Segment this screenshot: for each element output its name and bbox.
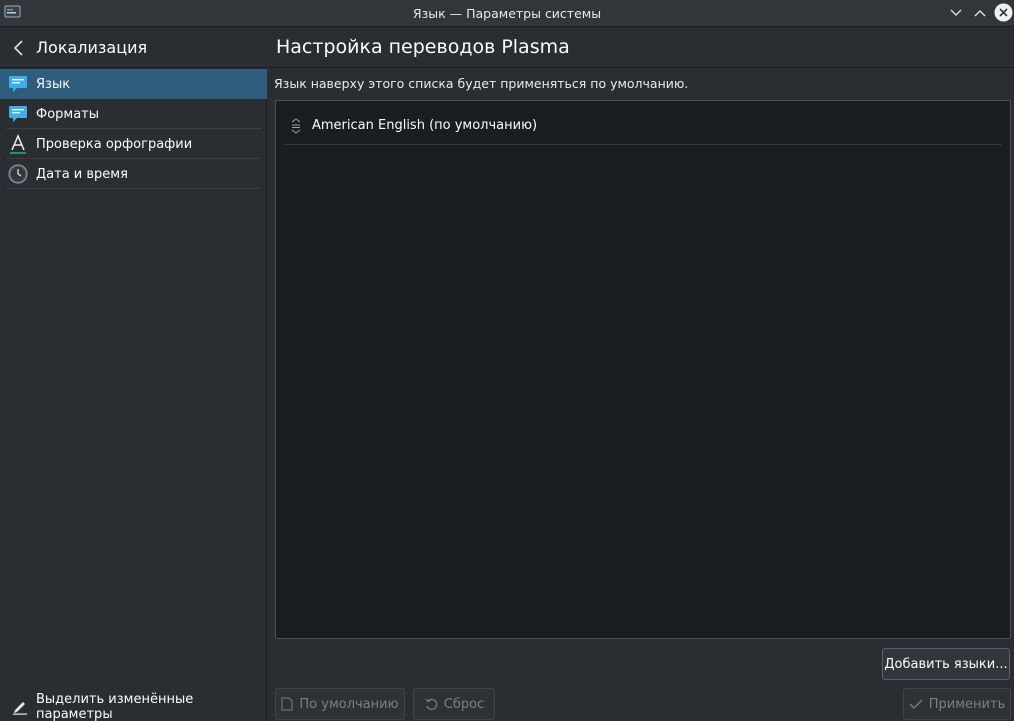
document-icon — [281, 697, 293, 711]
drag-handle-icon[interactable] — [288, 116, 304, 136]
clock-icon — [8, 164, 28, 184]
reset-label: Сброс — [443, 696, 485, 712]
apply-label: Применить — [928, 696, 1006, 712]
sidebar-item-label: Форматы — [36, 106, 100, 122]
language-label: American English (по умолчанию) — [312, 118, 538, 133]
close-icon[interactable] — [994, 3, 1013, 22]
sidebar-item-language[interactable]: Язык — [0, 69, 267, 99]
sidebar-title: Локализация — [36, 38, 148, 57]
defaults-button[interactable]: По умолчанию — [275, 688, 405, 720]
language-icon — [8, 74, 28, 94]
language-list: American English (по умолчанию) — [275, 100, 1011, 639]
spellcheck-icon — [8, 134, 28, 154]
defaults-label: По умолчанию — [299, 696, 399, 712]
sidebar-item-spellcheck[interactable]: Проверка орфографии — [0, 129, 267, 159]
title-bar: Язык — Параметры системы — [0, 0, 1014, 27]
page-title: Настройка переводов Plasma — [276, 36, 570, 58]
sidebar: Локализация Язык Форматы Проверка орфогр… — [0, 28, 267, 721]
sidebar-nav: Язык Форматы Проверка орфографии Дата и … — [0, 69, 267, 189]
undo-icon — [424, 697, 438, 711]
chevron-down-icon[interactable] — [946, 4, 966, 22]
sidebar-item-label: Проверка орфографии — [36, 136, 193, 152]
highlight-changes-label: Выделить изменённые параметры — [36, 692, 194, 721]
reset-button[interactable]: Сброс — [413, 688, 495, 720]
window-title: Язык — Параметры системы — [412, 6, 602, 21]
checkmark-icon — [909, 698, 923, 710]
main-header: Настройка переводов Plasma — [268, 28, 1014, 68]
highlight-icon — [12, 699, 28, 715]
highlight-changes-button[interactable]: Выделить изменённые параметры — [0, 692, 267, 721]
sidebar-header: Локализация — [0, 28, 267, 68]
add-languages-button[interactable]: Добавить языки... — [882, 648, 1010, 680]
apply-button[interactable]: Применить — [903, 688, 1011, 720]
main-panel: Настройка переводов Plasma Язык наверху … — [268, 28, 1014, 721]
back-icon[interactable] — [8, 37, 28, 59]
default-language-hint: Язык наверху этого списка будет применят… — [274, 76, 689, 91]
formats-icon — [8, 104, 28, 124]
sidebar-item-label: Дата и время — [36, 166, 128, 182]
sidebar-item-datetime[interactable]: Дата и время — [0, 159, 267, 189]
sidebar-item-label: Язык — [36, 76, 71, 92]
list-item[interactable]: American English (по умолчанию) — [284, 107, 1002, 145]
chevron-up-icon[interactable] — [970, 4, 990, 22]
sidebar-item-formats[interactable]: Форматы — [0, 99, 267, 129]
